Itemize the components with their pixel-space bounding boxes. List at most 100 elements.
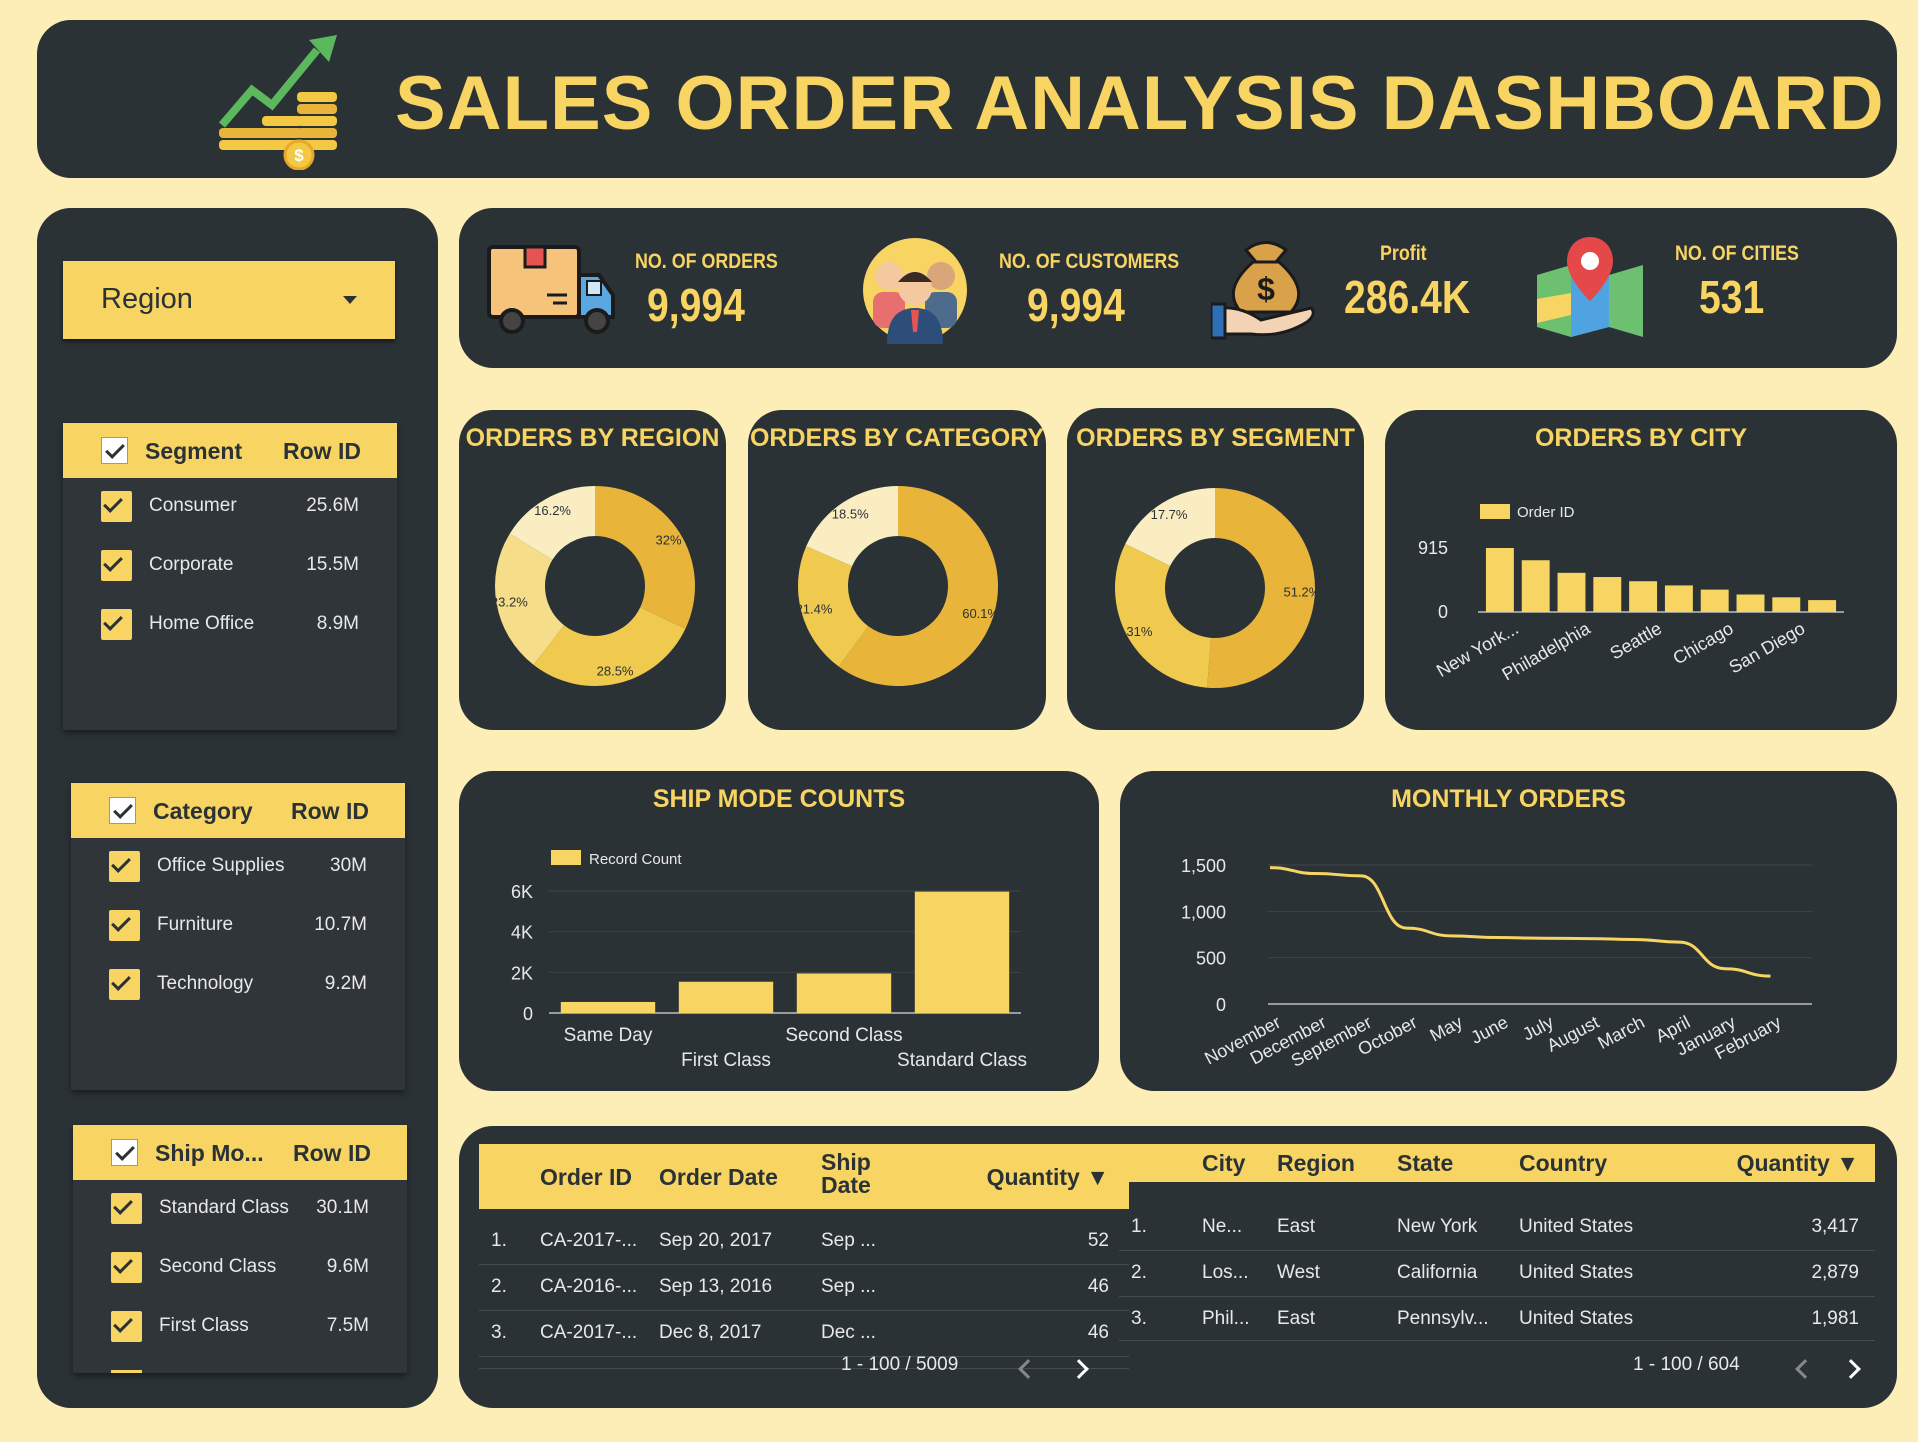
table-cell: Los... [1202,1262,1249,1283]
column-header-sorted[interactable]: Quantity ▼ [987,1164,1109,1191]
row-divider [479,1356,1129,1357]
table-row[interactable]: 1. Ne... East New York United States 3,417 [1119,1206,1875,1252]
cities-kpi-label: NO. OF CITIES [1675,242,1799,265]
orders-by-category-donut: 60.1% 21.4% 18.5% [796,486,1000,686]
select-all-checkbox[interactable] [109,797,136,824]
y-tick-label: 1,500 [1181,856,1226,876]
shipmode-filter-header: Ship Mo... Row ID [73,1125,407,1180]
filter-item[interactable]: Second Class 9.6M [73,1252,407,1292]
slice-label: 28.5% [597,664,634,679]
checkbox[interactable] [101,609,132,640]
column-header[interactable]: Ship Date [821,1151,891,1197]
x-tick-label: August [1544,1012,1603,1056]
chevron-left-icon[interactable] [1018,1359,1038,1379]
table-row[interactable]: 1. CA-2017-... Sep 20, 2017 Sep ... 52 [479,1220,1129,1266]
y-tick-label: 915 [1418,538,1448,558]
filter-item-label: Corporate [149,554,234,575]
table-cell: West [1277,1262,1320,1283]
row-divider [479,1264,1129,1265]
donut-slice [1115,543,1212,688]
checkbox[interactable] [109,851,140,882]
x-tick-label: San Diego [1725,618,1808,677]
checkbox[interactable] [111,1311,142,1342]
slice-label: 51.2% [1283,584,1320,599]
y-tick-label: 2K [511,963,533,983]
chevron-right-icon[interactable] [1069,1359,1089,1379]
page-title: SALES ORDER ANALYSIS DASHBOARD [395,61,1885,146]
shipmode-filter-title: Ship Mo... [155,1140,264,1166]
x-tick-label: Same Day [564,1025,653,1046]
filter-item-value: 30.1M [316,1197,369,1218]
column-header[interactable]: Order ID [540,1164,632,1191]
legend-swatch [1480,504,1510,519]
filter-item-value: 15.5M [306,554,359,575]
table-cell: 3,417 [1811,1216,1859,1237]
row-divider [1119,1296,1875,1297]
checkbox[interactable] [109,969,140,1000]
chevron-down-icon [343,296,357,304]
filter-item[interactable]: Consumer 25.6M [63,491,397,531]
row-number: 1. [1131,1216,1147,1237]
filter-item[interactable]: Standard Class 30.1M [73,1193,407,1233]
x-tick-label: May [1426,1012,1465,1046]
donut-slice [595,486,695,629]
orders-by-region-panel: ORDERS BY REGION 32% 28.5% 23.2% 16.2% [459,410,726,730]
table-row[interactable]: 3. Phil... East Pennsylv... United States 1,9… [1119,1298,1875,1340]
bar [1557,572,1586,612]
filter-sidebar: Region Segment Row ID Consumer 25.6M Corp… [37,208,438,1408]
x-tick-label: March [1594,1012,1648,1053]
filter-item-label: Furniture [157,914,234,935]
select-all-checkbox[interactable] [111,1139,138,1166]
y-tick-label: 0 [1216,995,1226,1015]
checkbox[interactable] [111,1252,142,1283]
y-tick-label: 1,000 [1181,902,1226,922]
segment-filter: Segment Row ID Consumer 25.6M Corporate 15… [63,423,397,730]
customers-group-icon [863,238,967,344]
filter-item[interactable]: First Class 7.5M [73,1311,407,1351]
table-cell: CA-2017-... [540,1230,638,1251]
checkbox[interactable] [111,1193,142,1224]
row-number: 2. [491,1276,507,1297]
segment-filter-header: Segment Row ID [63,423,397,478]
region-dropdown[interactable]: Region [63,261,395,339]
filter-item-value: 7.5M [326,1315,369,1336]
legend-label: Order ID [1517,504,1575,521]
chevron-left-icon[interactable] [1795,1359,1815,1379]
delivery-truck-icon [487,245,615,334]
orders-by-segment-panel: ORDERS BY SEGMENT 51.2% 31% 17.7% [1067,408,1364,730]
filter-item[interactable]: Technology 9.2M [71,969,405,1009]
table-cell: California [1397,1262,1478,1283]
filter-item-label: Standard Class [159,1197,289,1218]
bar [1736,594,1765,612]
series-line [1269,866,1771,978]
table-row[interactable]: 2. CA-2016-... Sep 13, 2016 Sep ... 46 [479,1266,1129,1312]
column-header[interactable]: Order Date [659,1164,778,1191]
checkbox[interactable] [101,550,132,581]
map-pin-icon [1537,237,1643,337]
table-row[interactable]: 2. Los... West California United States 2,879 [1119,1252,1875,1298]
checkbox[interactable] [101,491,132,522]
filter-item[interactable]: Corporate 15.5M [63,550,397,590]
region-dropdown-label: Region [101,283,193,315]
filter-item-label: Technology [157,973,254,994]
slice-label: 18.5% [832,506,869,521]
x-tick-label: June [1468,1012,1512,1048]
table-cell: 46 [1087,1322,1109,1343]
slice-label: 16.2% [534,503,571,518]
row-divider [479,1310,1129,1311]
filter-item[interactable]: Office Supplies 30M [71,851,405,891]
table-cell: Dec 8, 2017 [659,1322,762,1343]
table-cell: United States [1519,1308,1634,1329]
chevron-right-icon[interactable] [1841,1359,1861,1379]
shipmode-filter-column: Row ID [293,1140,371,1166]
category-filter: Category Row ID Office Supplies 30M Furni… [71,783,405,1090]
select-all-checkbox[interactable] [101,437,128,464]
filter-item-value: 30M [330,855,367,876]
filter-item[interactable]: Furniture 10.7M [71,910,405,950]
filter-item[interactable]: Home Office 8.9M [63,609,397,649]
checkbox[interactable] [111,1370,142,1373]
bar [678,981,774,1013]
table-row[interactable]: 3. CA-2017-... Dec 8, 2017 Dec ... 46 [479,1312,1129,1358]
checkbox[interactable] [109,910,140,941]
table-cell: Sep ... [821,1276,876,1297]
